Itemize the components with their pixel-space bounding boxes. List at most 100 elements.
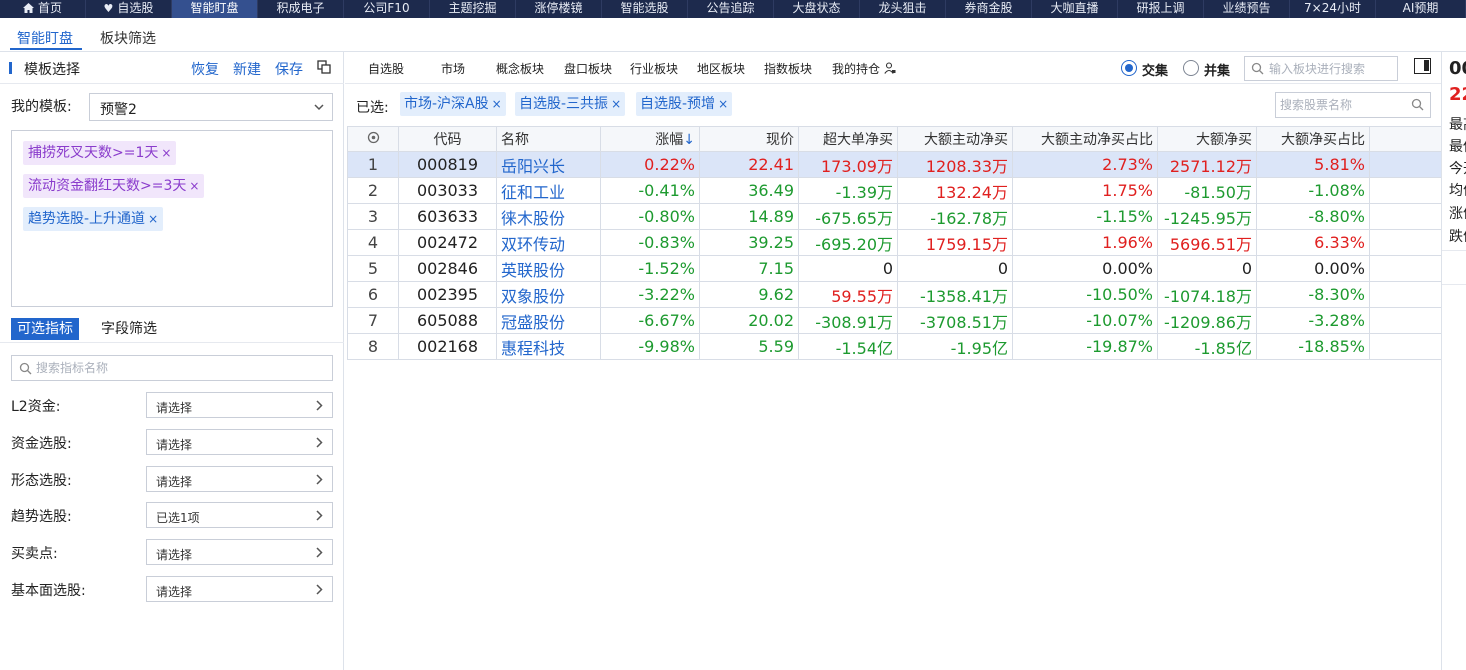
close-icon[interactable]: × [189, 179, 199, 193]
close-icon[interactable]: × [161, 146, 171, 160]
nav-item-label: 大盘状态 [792, 1, 841, 15]
nav-item[interactable]: 券商金股 [946, 0, 1032, 18]
stock-name[interactable]: 双环传动 [496, 229, 601, 256]
new-button[interactable]: 新建 [233, 59, 261, 79]
selected-chip-label: 市场-沪深A股 [404, 96, 489, 112]
selected-chip[interactable]: 市场-沪深A股 × [400, 92, 506, 116]
filter-value: 请选择 [156, 585, 193, 599]
chevron-right-icon [316, 400, 323, 411]
stock-name[interactable]: 征和工业 [496, 177, 601, 204]
category-tab[interactable]: 我的持仓 [832, 60, 896, 77]
cell-chg: -1.52% [600, 255, 700, 282]
col-large-net-buy[interactable]: 大额净买 [1157, 126, 1257, 152]
indicator-search-input[interactable] [36, 359, 326, 377]
col-large-active-net-buy[interactable]: 大额主动净买 [897, 126, 1013, 152]
nav-item[interactable]: 业绩预告 [1204, 0, 1290, 18]
category-tab[interactable]: 盘口板块 [564, 60, 612, 77]
close-icon[interactable]: × [718, 97, 728, 111]
col-code[interactable]: 代码 [398, 126, 497, 152]
category-tab[interactable]: 行业板块 [630, 60, 678, 77]
category-tab-label: 盘口板块 [564, 62, 613, 76]
col-large-active-net-ratio[interactable]: 大额主动净买占比 [1012, 126, 1158, 152]
search-icon[interactable] [1411, 98, 1424, 111]
intersect-radio[interactable] [1121, 60, 1137, 76]
close-icon[interactable]: × [611, 97, 621, 111]
nav-item[interactable]: 公告追踪 [688, 0, 774, 18]
nav-item[interactable]: 智能选股 [602, 0, 688, 18]
col-name[interactable]: 名称 [496, 126, 601, 152]
filter-picker[interactable]: 请选择 [146, 429, 333, 455]
divider [1442, 250, 1466, 251]
stock-name[interactable]: 双象股份 [496, 281, 601, 308]
table-row[interactable]: 3 603633 徕木股份 -0.80% 14.89 -675.65万 -162.78万 -1… [347, 203, 1442, 230]
nav-item[interactable]: AI预期 [1376, 0, 1466, 18]
nav-item[interactable]: 公司F10 [344, 0, 430, 18]
condition-chip[interactable]: 趋势选股-上升通道 × [23, 207, 164, 231]
union-radio[interactable] [1183, 60, 1199, 76]
table-row[interactable]: 8 002168 惠程科技 -9.98% 5.59 -1.54亿 -1.95亿 -19.87%… [347, 333, 1442, 360]
cell-lnetp: -1.08% [1256, 177, 1370, 204]
copy-icon[interactable] [317, 60, 331, 74]
stock-name[interactable]: 冠盛股份 [496, 307, 601, 334]
tab-indicators[interactable]: 可选指标 [11, 318, 79, 340]
filter-value: 请选择 [156, 438, 193, 452]
tab-smart-watch[interactable]: 智能盯盘 [17, 28, 73, 48]
category-tab[interactable]: 概念板块 [496, 60, 544, 77]
close-icon[interactable]: × [148, 212, 158, 226]
filter-picker[interactable]: 请选择 [146, 466, 333, 492]
nav-item[interactable]: 大咖直播 [1032, 0, 1118, 18]
cell-price: 9.62 [699, 281, 799, 308]
condition-chip[interactable]: 流动资金翻红天数>=3天 × [23, 174, 205, 198]
nav-item[interactable]: 智能盯盘 [172, 0, 258, 18]
panel-toggle-icon[interactable] [1414, 58, 1431, 74]
category-tab-label: 行业板块 [630, 62, 679, 76]
filter-picker[interactable]: 已选1项 [146, 502, 333, 528]
stock-table: 代码 名称 涨幅↓ 现价 超大单净买 大额主动净买 大额主动净买占比 大额净买 … [347, 126, 1442, 360]
tab-field-filter[interactable]: 字段筛选 [101, 318, 157, 340]
nav-item[interactable]: 积成电子 [258, 0, 344, 18]
nav-item[interactable]: 大盘状态 [774, 0, 860, 18]
filter-picker[interactable]: 请选择 [146, 576, 333, 602]
table-row[interactable]: 6 002395 双象股份 -3.22% 9.62 59.55万 -1358.41万 -10.… [347, 281, 1442, 308]
condition-chip[interactable]: 捕捞死叉天数>=1天 × [23, 141, 177, 165]
condition-chip-label: 流动资金翻红天数>=3天 [28, 178, 187, 194]
selected-chip[interactable]: 自选股-三共振 × [515, 92, 626, 116]
category-tab[interactable]: 地区板块 [697, 60, 745, 77]
filter-picker[interactable]: 请选择 [146, 539, 333, 565]
category-tab[interactable]: 市场 [441, 60, 465, 77]
filter-picker[interactable]: 请选择 [146, 392, 333, 418]
stock-name[interactable]: 惠程科技 [496, 333, 601, 360]
category-tab[interactable]: 自选股 [368, 60, 404, 77]
table-row[interactable]: 4 002472 双环传动 -0.83% 39.25 -695.20万 1759.15万 1.… [347, 229, 1442, 256]
table-row[interactable]: 2 003033 征和工业 -0.41% 36.49 -1.39万 132.24万 1.75%… [347, 177, 1442, 204]
table-row[interactable]: 1 000819 岳阳兴长 0.22% 22.41 173.09万 1208.33万 2.73… [347, 151, 1442, 178]
table-row[interactable]: 5 002846 英联股份 -1.52% 7.15 0 0 0.00% 0 0.00% [347, 255, 1442, 282]
restore-button[interactable]: 恢复 [191, 59, 219, 79]
table-row[interactable]: 7 605088 冠盛股份 -6.67% 20.02 -308.91万 -3708.51万 -… [347, 307, 1442, 334]
category-tab-label: 市场 [441, 62, 466, 76]
template-select[interactable]: 预警2 [89, 93, 333, 121]
block-search-input[interactable] [1269, 61, 1394, 77]
nav-item[interactable]: 龙头狙击 [860, 0, 946, 18]
tab-sector-filter[interactable]: 板块筛选 [100, 28, 156, 48]
nav-item[interactable]: 研报上调 [1118, 0, 1204, 18]
stock-name[interactable]: 英联股份 [496, 255, 601, 282]
nav-item[interactable]: 7×24小时 [1290, 0, 1376, 18]
col-xl-net-buy[interactable]: 超大单净买 [798, 126, 898, 152]
nav-item[interactable]: 首页 [0, 0, 86, 18]
settings-column[interactable] [347, 126, 399, 152]
col-large-net-ratio[interactable]: 大额净买占比 [1256, 126, 1370, 152]
col-change[interactable]: 涨幅↓ [600, 126, 700, 152]
nav-item[interactable]: 涨停楼镜 [516, 0, 602, 18]
category-tab[interactable]: 指数板块 [764, 60, 812, 77]
close-icon[interactable]: × [492, 97, 502, 111]
stock-search-input[interactable] [1280, 97, 1410, 113]
nav-item[interactable]: ♥ 自选股 [86, 0, 172, 18]
category-tab-label: 我的持仓 [832, 62, 881, 76]
col-price[interactable]: 现价 [699, 126, 799, 152]
selected-chip[interactable]: 自选股-预增 × [636, 92, 733, 116]
stock-name[interactable]: 徕木股份 [496, 203, 601, 230]
save-button[interactable]: 保存 [275, 59, 303, 79]
stock-name[interactable]: 岳阳兴长 [496, 151, 601, 178]
nav-item[interactable]: 主题挖掘 [430, 0, 516, 18]
